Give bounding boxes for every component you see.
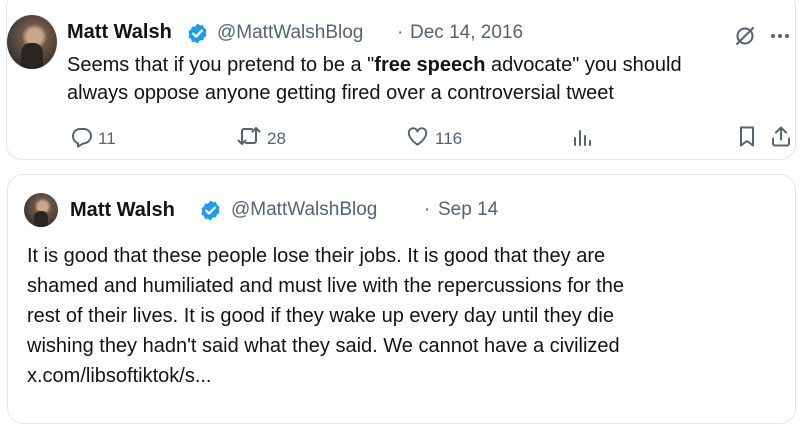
quoted-tweet-date[interactable]: Sep 14 [438,199,498,221]
bookmark-icon[interactable] [735,124,759,149]
quoted-link[interactable]: x.com/libsoftiktok/s... [27,361,212,391]
grok-icon[interactable] [733,24,757,48]
meta-separator: · [397,22,404,43]
like-count: 116 [435,129,463,148]
quoted-avatar[interactable] [24,193,58,227]
avatar[interactable] [7,15,57,69]
quoted-tweet-card[interactable]: Matt Walsh @MattWalshBlog · Sep 14 It is… [7,174,796,424]
quoted-author-handle[interactable]: @MattWalshBlog [231,199,377,221]
quoted-text-line: rest of their lives. It is good if they … [27,305,614,327]
tweet-date[interactable]: Dec 14, 2016 [410,22,523,44]
quoted-text-line: It is good that these people lose their … [27,245,606,267]
repost-icon[interactable] [235,124,263,148]
reply-count: 11 [98,129,116,148]
reply-icon[interactable] [70,125,94,149]
quoted-text-line: shamed and humiliated and must live with… [27,275,624,297]
tweet-text-line-2: always oppose anyone getting fired over … [67,82,614,104]
text-segment: advocate" you should [485,54,682,76]
share-icon[interactable] [769,124,793,149]
repost-count: 28 [267,129,286,148]
quoted-author-name[interactable]: Matt Walsh [70,199,175,222]
views-icon[interactable] [570,125,594,149]
verified-badge-icon [188,23,207,44]
tweet-card[interactable]: Matt Walsh @MattWalshBlog · Dec 14, 2016… [6,0,796,160]
quoted-text-line: wishing they hadn't said what they said.… [27,335,620,357]
text-segment: Seems that if you pretend to be a " [67,54,375,76]
verified-badge-icon [201,200,220,221]
text-bold-segment: free speech [374,54,486,76]
author-handle[interactable]: @MattWalshBlog [217,22,363,44]
author-name[interactable]: Matt Walsh [67,21,172,44]
meta-separator: · [424,199,431,220]
more-icon[interactable] [767,24,793,48]
tweet-text-line-1: Seems that if you pretend to be a "free … [67,51,682,79]
like-icon[interactable] [405,125,430,148]
